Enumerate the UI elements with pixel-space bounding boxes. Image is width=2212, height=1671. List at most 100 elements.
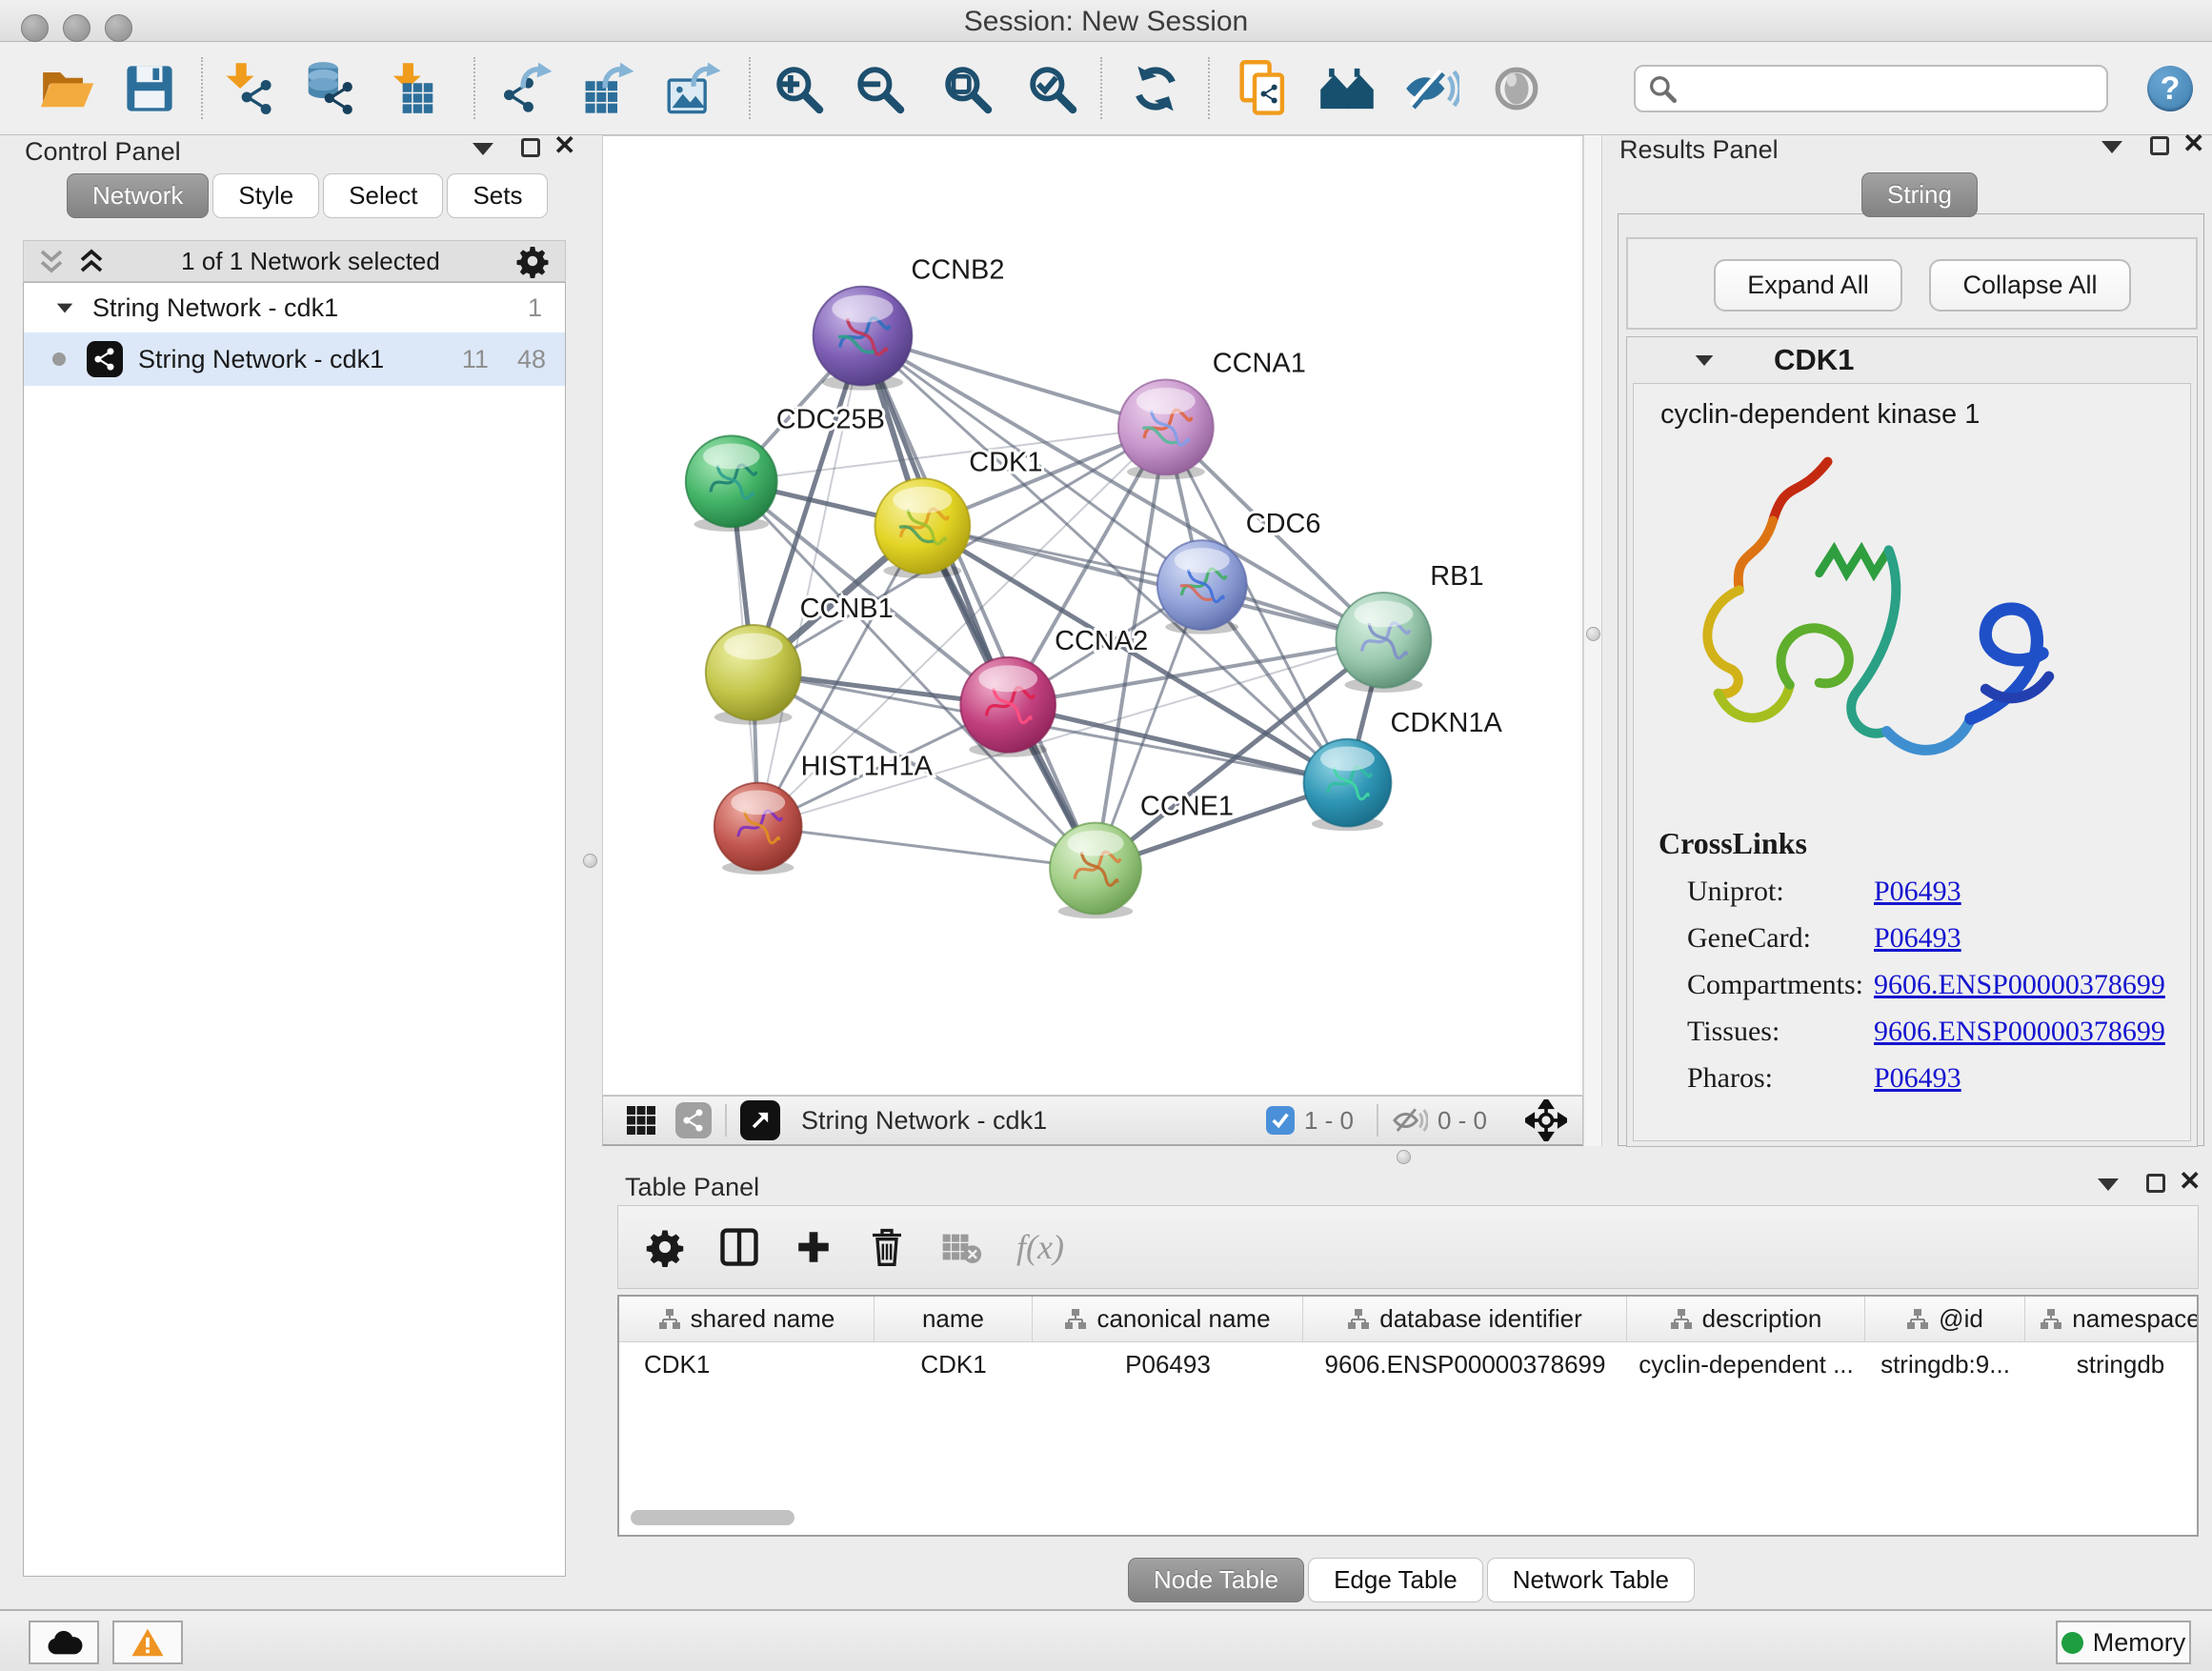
help-button[interactable]: ? xyxy=(2147,66,2193,111)
right-splitter-handle[interactable] xyxy=(1586,627,1600,641)
open-session-icon[interactable] xyxy=(38,64,95,113)
selected-checkbox-icon[interactable] xyxy=(1266,1106,1295,1135)
tab-network-table[interactable]: Network Table xyxy=(1487,1558,1695,1602)
table-row[interactable]: CDK1CDK1P064939606.ENSP00000378699cyclin… xyxy=(619,1342,2197,1386)
delete-column-icon[interactable] xyxy=(868,1226,906,1268)
network-graph[interactable]: CCNB2CCNA1CDC25BCDK1CDC6RB1CCNB1CCNA2CDK… xyxy=(603,136,1582,1095)
panel-float-icon[interactable] xyxy=(2150,136,2169,155)
network-node-RB1[interactable]: RB1 xyxy=(1336,561,1483,688)
crosslink-link[interactable]: P06493 xyxy=(1874,1062,1961,1095)
crosslink-link[interactable]: 9606.ENSP00000378699 xyxy=(1874,1016,2165,1048)
network-node-CCNA2[interactable]: CCNA2 xyxy=(960,626,1148,753)
table-cell-database-identifier[interactable]: 9606.ENSP00000378699 xyxy=(1303,1350,1627,1379)
table-options-gear-icon[interactable] xyxy=(645,1227,685,1267)
network-node-HIST1H1A[interactable]: HIST1H1A xyxy=(714,752,934,871)
network-node-CDC6[interactable]: CDC6 xyxy=(1157,509,1321,630)
export-network-icon[interactable] xyxy=(498,61,553,116)
network-node-CCNA1[interactable]: CCNA1 xyxy=(1118,349,1306,475)
zoom-fit-icon[interactable] xyxy=(940,62,994,115)
left-splitter-handle[interactable] xyxy=(583,854,597,868)
column-header-database-identifier[interactable]: database identifier xyxy=(1303,1297,1627,1341)
grid-view-icon[interactable] xyxy=(624,1103,658,1137)
collapse-all-icon[interactable] xyxy=(37,247,66,275)
panel-close-icon[interactable]: ✕ xyxy=(553,136,575,155)
table-cell-canonical-name[interactable]: P06493 xyxy=(1033,1350,1303,1379)
gene-expander-icon[interactable] xyxy=(1696,354,1714,365)
tab-node-table[interactable]: Node Table xyxy=(1128,1558,1304,1602)
zoom-selected-icon[interactable] xyxy=(1025,62,1078,115)
memory-button[interactable]: Memory xyxy=(2056,1621,2191,1664)
network-edge-CCNB2-CCNE1[interactable] xyxy=(862,336,1096,869)
zoom-out-icon[interactable] xyxy=(853,62,906,115)
warnings-button[interactable] xyxy=(112,1621,183,1664)
import-network-database-icon[interactable] xyxy=(302,61,357,116)
control-panel-title: Control Panel xyxy=(25,137,181,167)
export-image-icon[interactable] xyxy=(667,61,722,116)
right-splitter[interactable] xyxy=(1583,135,1602,1146)
table-cell-name[interactable]: CDK1 xyxy=(875,1350,1033,1379)
fit-selected-icon[interactable] xyxy=(1525,1099,1567,1141)
table-cell-description[interactable]: cyclin-dependent ... xyxy=(1627,1350,1865,1379)
column-header-shared-name[interactable]: shared name xyxy=(619,1297,875,1341)
column-header-namespace[interactable]: namespace xyxy=(2025,1297,2199,1341)
crosslink-link[interactable]: P06493 xyxy=(1874,876,1961,908)
show-columns-icon[interactable] xyxy=(719,1227,759,1267)
import-table-icon[interactable] xyxy=(387,61,440,116)
clone-network-icon[interactable] xyxy=(1237,60,1291,117)
cloud-button[interactable] xyxy=(29,1621,99,1664)
table-cell-namespace[interactable]: stringdb xyxy=(2025,1350,2199,1379)
network-edge-CCNE1-HIST1H1A[interactable] xyxy=(758,827,1096,869)
export-table-icon[interactable] xyxy=(580,61,635,116)
network-collection-row[interactable]: String Network - cdk1 1 xyxy=(24,283,565,332)
tab-network[interactable]: Network xyxy=(67,173,209,218)
save-session-icon[interactable] xyxy=(124,63,175,114)
horizontal-scrollbar[interactable] xyxy=(631,1510,794,1525)
panel-float-icon[interactable] xyxy=(521,138,540,157)
gene-card-header[interactable]: CDK1 xyxy=(1627,337,2197,383)
column-header-canonical-name[interactable]: canonical name xyxy=(1033,1297,1303,1341)
node-table[interactable]: shared namenamecanonical namedatabase id… xyxy=(617,1295,2199,1537)
add-column-icon[interactable] xyxy=(794,1227,834,1267)
panel-menu-icon[interactable] xyxy=(2098,1178,2119,1191)
expand-all-icon[interactable] xyxy=(77,247,106,275)
hide-unhide-icon[interactable] xyxy=(1404,64,1459,113)
network-options-gear-icon[interactable] xyxy=(515,244,550,278)
tab-edge-table[interactable]: Edge Table xyxy=(1308,1558,1483,1602)
panel-close-icon[interactable]: ✕ xyxy=(2182,134,2204,153)
zoom-in-icon[interactable] xyxy=(772,62,825,115)
home-icon[interactable] xyxy=(1318,64,1376,113)
bottom-splitter-handle[interactable] xyxy=(1397,1150,1411,1164)
import-network-icon[interactable] xyxy=(221,61,276,116)
column-header--id[interactable]: @id xyxy=(1865,1297,2025,1341)
network-row-selected[interactable]: String Network - cdk1 11 48 xyxy=(24,332,565,386)
search-field[interactable] xyxy=(1634,65,2108,112)
birdseye-view-icon[interactable] xyxy=(740,1100,780,1140)
crosslink-link[interactable]: 9606.ENSP00000378699 xyxy=(1874,969,2165,1001)
tab-string[interactable]: String xyxy=(1861,172,1978,217)
network-type-icon xyxy=(87,341,123,377)
panel-close-icon[interactable]: ✕ xyxy=(2179,1172,2201,1191)
crosslink-link[interactable]: P06493 xyxy=(1874,922,1961,955)
search-input[interactable] xyxy=(1678,74,2106,104)
tab-style[interactable]: Style xyxy=(212,173,319,218)
panel-menu-icon[interactable] xyxy=(473,143,493,155)
table-cell--id[interactable]: stringdb:9... xyxy=(1865,1350,2025,1379)
network-view-canvas[interactable]: CCNB2CCNA1CDC25BCDK1CDC6RB1CCNB1CCNA2CDK… xyxy=(602,135,1583,1096)
tab-sets[interactable]: Sets xyxy=(447,173,548,218)
network-node-CDKN1A[interactable]: CDKN1A xyxy=(1304,708,1503,827)
collection-expander-icon[interactable] xyxy=(57,303,73,312)
expand-all-button[interactable]: Expand All xyxy=(1714,259,1902,312)
panel-menu-icon[interactable] xyxy=(2101,141,2122,153)
refresh-icon[interactable] xyxy=(1129,62,1182,115)
table-cell-shared-name[interactable]: CDK1 xyxy=(619,1350,875,1379)
network-edge-CDK1-RB1[interactable] xyxy=(922,526,1383,640)
tab-select[interactable]: Select xyxy=(323,173,443,218)
collapse-all-button[interactable]: Collapse All xyxy=(1929,259,2131,312)
network-view-type-icon[interactable] xyxy=(675,1102,712,1138)
panel-float-icon[interactable] xyxy=(2146,1174,2165,1193)
network-node-CDK1[interactable]: CDK1 xyxy=(875,447,1042,574)
column-header-description[interactable]: description xyxy=(1627,1297,1865,1341)
column-header-name[interactable]: name xyxy=(875,1297,1033,1341)
eye-icon[interactable] xyxy=(1493,65,1540,112)
network-node-CCNB2[interactable]: CCNB2 xyxy=(814,255,1005,386)
